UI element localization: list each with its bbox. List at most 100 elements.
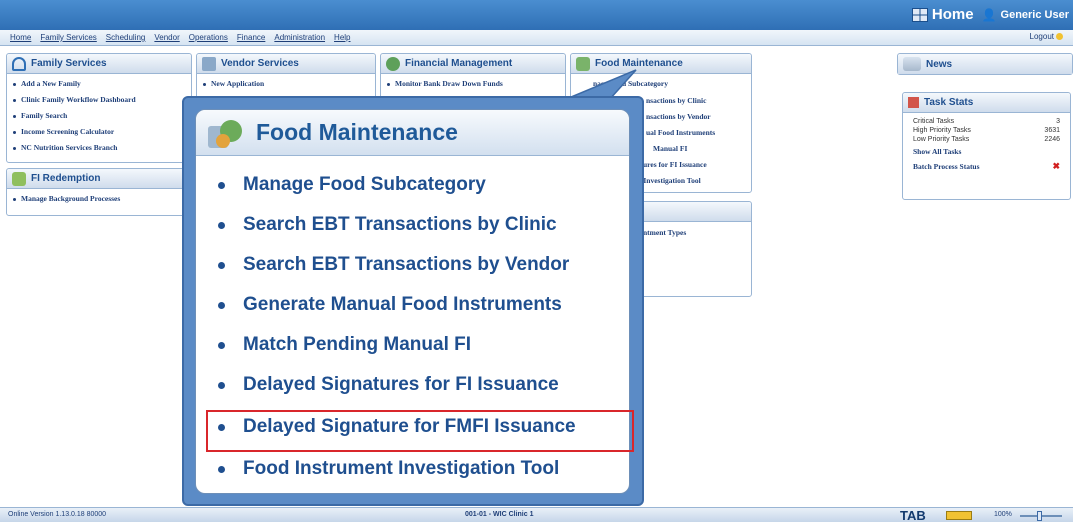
stat-low: Low Priority Tasks 2246 xyxy=(913,135,1060,144)
status-tab-label: TAB xyxy=(900,508,926,522)
food-maintenance-icon xyxy=(206,116,246,150)
fi-redemption-panel: FI Redemption Manage Background Processe… xyxy=(6,168,192,216)
error-icon: ✖ xyxy=(1052,161,1060,171)
food-maintenance-title: Food Maintenance xyxy=(595,58,683,69)
logout-link[interactable]: Logout xyxy=(1030,32,1063,41)
food-link-clinic[interactable]: nsactions by Clinic xyxy=(646,96,706,105)
zoom-item-manage-subcategory[interactable]: Manage Food Subcategory xyxy=(218,174,486,196)
family-link-nc[interactable]: NC Nutrition Services Branch xyxy=(13,140,191,156)
menu-home[interactable]: Home xyxy=(10,33,31,42)
zoom-header: Food Maintenance xyxy=(196,110,629,156)
vendor-link-label[interactable]: New Application xyxy=(211,76,264,92)
family-link-label[interactable]: Income Screening Calculator xyxy=(21,124,114,140)
zoom-item-match-pending[interactable]: Match Pending Manual FI xyxy=(218,334,471,356)
food-link-delayed[interactable]: ures for FI Issuance xyxy=(643,160,707,169)
family-link-label[interactable]: Clinic Family Workflow Dashboard xyxy=(21,92,136,108)
zoom-item-delayed-fi[interactable]: Delayed Signatures for FI Issuance xyxy=(218,374,559,396)
bullet-icon xyxy=(218,181,225,189)
vendor-services-header: Vendor Services xyxy=(197,54,375,74)
user-icon: 👤 xyxy=(981,7,997,22)
task-stats-title: Task Stats xyxy=(924,97,974,108)
family-link-search[interactable]: Family Search xyxy=(13,108,191,124)
show-all-tasks-link[interactable]: Show All Tasks xyxy=(913,144,1060,159)
menu-help[interactable]: Help xyxy=(334,33,350,42)
food-link-vendor[interactable]: nsactions by Vendor xyxy=(646,112,711,121)
bullet-icon xyxy=(218,301,225,309)
task-stats-icon xyxy=(908,97,919,108)
zoom-item-label[interactable]: Search EBT Transactions by Clinic xyxy=(243,214,557,236)
home-icon[interactable] xyxy=(911,7,928,22)
financial-management-title: Financial Management xyxy=(405,58,513,69)
bullet-icon xyxy=(13,114,16,118)
food-link-subcategory[interactable]: nage Food Subcategory xyxy=(593,79,668,88)
family-link-label[interactable]: Family Search xyxy=(21,108,67,124)
stat-label: High Priority Tasks xyxy=(913,127,971,134)
menu-scheduling[interactable]: Scheduling xyxy=(106,33,146,42)
family-icon xyxy=(12,56,26,71)
bullet-icon xyxy=(203,82,206,86)
zoom-item-label[interactable]: Generate Manual Food Instruments xyxy=(243,294,562,316)
menu-bar: Home Family Services Scheduling Vendor O… xyxy=(0,30,1073,46)
zoom-slider-handle[interactable] xyxy=(1037,511,1042,521)
family-link-label[interactable]: NC Nutrition Services Branch xyxy=(21,140,117,156)
zoom-item-label[interactable]: Food Instrument Investigation Tool xyxy=(243,458,559,480)
finance-link-label[interactable]: Monitor Bank Draw Down Funds xyxy=(395,76,503,92)
vendor-link-new[interactable]: New Application xyxy=(203,76,375,92)
family-link-dashboard[interactable]: Clinic Family Workflow Dashboard xyxy=(13,92,191,108)
bullet-icon xyxy=(13,98,16,102)
batch-process-link[interactable]: Batch Process Status xyxy=(913,159,980,174)
zoom-item-ebt-vendor[interactable]: Search EBT Transactions by Vendor xyxy=(218,254,569,276)
food-link-match[interactable]: Manual FI xyxy=(653,144,687,153)
stat-critical: Critical Tasks 3 xyxy=(913,117,1060,126)
stat-value: 3631 xyxy=(1044,127,1060,134)
bullet-icon xyxy=(218,465,225,473)
bullet-icon xyxy=(13,130,16,134)
task-stats-header: Task Stats xyxy=(903,93,1070,113)
zoom-item-ebt-clinic[interactable]: Search EBT Transactions by Clinic xyxy=(218,214,557,236)
zoom-item-generate-manual[interactable]: Generate Manual Food Instruments xyxy=(218,294,562,316)
zoom-item-label[interactable]: Match Pending Manual FI xyxy=(243,334,471,356)
zoom-title: Food Maintenance xyxy=(256,119,458,145)
food-link-investigation[interactable]: t Investigation Tool xyxy=(639,176,701,185)
home-link[interactable]: Home xyxy=(932,6,974,23)
logout-icon[interactable] xyxy=(1056,33,1063,41)
stat-value: 2246 xyxy=(1044,136,1060,143)
fi-link-label[interactable]: Manage Background Processes xyxy=(21,191,120,207)
news-panel: News xyxy=(897,53,1073,75)
scheduling-link-appointment[interactable]: ntment Types xyxy=(643,228,686,237)
zoom-item-label[interactable]: Manage Food Subcategory xyxy=(243,174,486,196)
family-link-income[interactable]: Income Screening Calculator xyxy=(13,124,191,140)
zoom-item-label[interactable]: Delayed Signatures for FI Issuance xyxy=(243,374,559,396)
menu-family-services[interactable]: Family Services xyxy=(40,33,96,42)
news-header: News xyxy=(898,54,1072,74)
logout-label[interactable]: Logout xyxy=(1030,32,1054,41)
family-services-panel: Family Services Add a New Family Clinic … xyxy=(6,53,192,163)
family-link-label[interactable]: Add a New Family xyxy=(21,76,81,92)
menu-finance[interactable]: Finance xyxy=(237,33,265,42)
zoom-item-investigation[interactable]: Food Instrument Investigation Tool xyxy=(218,458,559,480)
finance-link-monitor[interactable]: Monitor Bank Draw Down Funds xyxy=(387,76,565,92)
food-link-manual[interactable]: ual Food Instruments xyxy=(646,128,715,137)
fi-link-background[interactable]: Manage Background Processes xyxy=(13,191,191,207)
bullet-icon xyxy=(218,221,225,229)
home-area[interactable]: Home 👤 Generic User xyxy=(911,6,1069,23)
family-services-header: Family Services xyxy=(7,54,191,74)
zoom-item-label[interactable]: Search EBT Transactions by Vendor xyxy=(243,254,569,276)
status-clinic: 001-01 - WIC Clinic 1 xyxy=(465,511,534,518)
user-name: Generic User xyxy=(1000,8,1069,21)
news-icon xyxy=(903,57,921,71)
bullet-icon xyxy=(218,341,225,349)
bullet-icon xyxy=(218,381,225,389)
fi-redemption-header: FI Redemption xyxy=(7,169,191,189)
food-icon xyxy=(576,56,590,71)
highlight-box xyxy=(206,410,634,452)
menu-administration[interactable]: Administration xyxy=(274,33,325,42)
fi-icon xyxy=(12,171,26,186)
batch-process-row: Batch Process Status ✖ xyxy=(913,159,1060,174)
family-link-add[interactable]: Add a New Family xyxy=(13,76,191,92)
finance-icon xyxy=(386,56,400,71)
stat-label: Critical Tasks xyxy=(913,118,955,125)
menu-operations[interactable]: Operations xyxy=(189,33,228,42)
fi-redemption-title: FI Redemption xyxy=(31,173,101,184)
menu-vendor[interactable]: Vendor xyxy=(154,33,179,42)
